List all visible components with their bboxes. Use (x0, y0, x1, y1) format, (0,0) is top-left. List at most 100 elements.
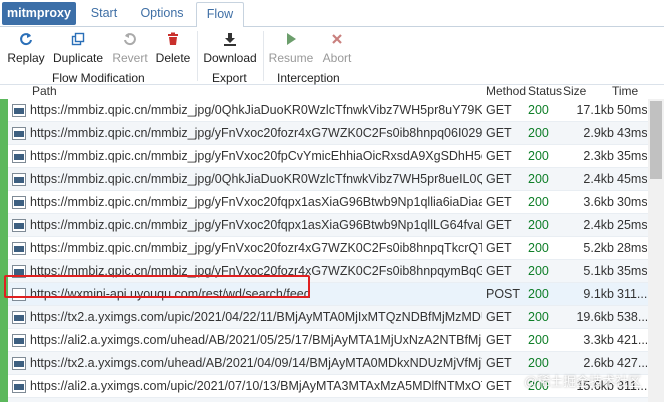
row-path: https://mmbiz.qpic.cn/mmbiz_jpg/yFnVxoc2… (30, 264, 482, 278)
row-status: 200 (528, 241, 549, 255)
table-row[interactable]: https://mmbiz.qpic.cn/mmbiz_jpg/0QhkJiaD… (0, 99, 648, 122)
row-time: 421... (617, 333, 647, 347)
row-method: GET (486, 241, 512, 255)
file-icon (12, 380, 26, 393)
row-status: 200 (528, 287, 549, 301)
tab-options[interactable]: Options (134, 2, 190, 27)
tab-start[interactable]: Start (84, 2, 124, 27)
row-path: https://mmbiz.qpic.cn/mmbiz_jpg/yFnVxoc2… (30, 149, 482, 163)
row-time: 35ms (617, 264, 647, 278)
row-size: 19.6kb (576, 310, 614, 324)
row-size: 2.3kb (583, 149, 614, 163)
file-icon (12, 127, 26, 140)
table-row[interactable]: https://mmbiz.qpic.cn/mmbiz_jpg/yFnVxoc2… (0, 260, 648, 283)
table-row[interactable]: https://wxmini-api.uyouqu.com/rest/wd/se… (0, 283, 648, 306)
row-size: 9.1kb (583, 287, 614, 301)
close-icon (318, 32, 356, 50)
duplicate-label: Duplicate (52, 51, 104, 65)
download-label: Download (203, 51, 257, 65)
row-method: GET (486, 310, 512, 324)
row-status: 200 (528, 195, 549, 209)
replay-button[interactable]: Replay (4, 32, 48, 68)
tab-flow[interactable]: Flow (196, 2, 244, 28)
revert-label: Revert (112, 51, 148, 65)
row-status-marker (0, 145, 8, 168)
revert-icon (109, 32, 151, 50)
row-size: 3.3kb (583, 333, 614, 347)
tab-mitmproxy[interactable]: mitmproxy (2, 2, 76, 25)
row-size: 2.9kb (583, 126, 614, 140)
column-size-header[interactable]: Size (563, 85, 586, 98)
table-row[interactable]: https://tx2.a.yximgs.com/upic/2021/04/22… (0, 306, 648, 329)
abort-button[interactable]: Abort (318, 32, 356, 68)
row-status: 200 (528, 172, 549, 186)
row-path: https://mmbiz.qpic.cn/mmbiz_jpg/yFnVxoc2… (30, 218, 482, 232)
row-status-marker (0, 352, 8, 375)
delete-button[interactable]: Delete (153, 32, 193, 68)
row-size: 2.4kb (583, 218, 614, 232)
duplicate-button[interactable]: Duplicate (51, 32, 105, 68)
toolbar-separator (263, 31, 264, 81)
row-method: GET (486, 103, 512, 117)
row-time: 311... (617, 287, 647, 301)
vertical-scrollbar[interactable] (648, 99, 664, 402)
row-status: 200 (528, 218, 549, 232)
download-icon (201, 32, 259, 50)
row-method: POST (486, 287, 521, 301)
revert-button[interactable]: Revert (109, 32, 151, 68)
row-status-marker (0, 329, 8, 352)
row-path: https://mmbiz.qpic.cn/mmbiz_jpg/0QhkJiaD… (30, 172, 482, 186)
row-method: GET (486, 333, 512, 347)
file-icon (12, 104, 26, 117)
file-icon (12, 173, 26, 186)
row-time: 30ms (617, 195, 647, 209)
file-icon (12, 357, 26, 370)
column-method-header[interactable]: Method (486, 85, 526, 98)
row-method: GET (486, 149, 512, 163)
replay-icon (4, 32, 48, 50)
file-icon (12, 242, 26, 255)
table-row[interactable]: https://mmbiz.qpic.cn/mmbiz_jpg/yFnVxoc2… (0, 237, 648, 260)
row-status-marker (0, 168, 8, 191)
column-path-header[interactable]: Path (32, 85, 57, 98)
row-size: 2.6kb (583, 356, 614, 370)
column-time-header[interactable]: Time (612, 85, 638, 98)
file-icon (12, 150, 26, 163)
file-icon (12, 311, 26, 324)
flow-toolbar: Replay Duplicate Revert Delete Flow Modi… (0, 27, 664, 85)
row-size: 2.4kb (583, 172, 614, 186)
scrollbar-thumb[interactable] (650, 101, 662, 179)
table-row[interactable]: https://mmbiz.qpic.cn/mmbiz_jpg/0QhkJiaD… (0, 168, 648, 191)
row-status-marker (0, 191, 8, 214)
row-path: https://tx2.a.yximgs.com/uhead/AB/2021/0… (30, 356, 482, 370)
download-button[interactable]: Download (201, 32, 259, 68)
watermark: @稀土掘金技术社区 (524, 374, 642, 389)
table-row[interactable]: https://tx2.a.yximgs.com/upic/2021/06/23… (0, 398, 648, 402)
column-status-header[interactable]: Status (528, 85, 562, 98)
row-time: 28ms (617, 241, 647, 255)
row-time: 50ms (617, 103, 647, 117)
table-header: Path Method Status Size Time (0, 85, 648, 99)
table-row[interactable]: https://mmbiz.qpic.cn/mmbiz_jpg/yFnVxoc2… (0, 122, 648, 145)
row-size: 5.2kb (583, 241, 614, 255)
file-icon (12, 196, 26, 209)
row-method: GET (486, 218, 512, 232)
row-status: 200 (528, 126, 549, 140)
row-time: 25ms (617, 218, 647, 232)
row-status: 200 (528, 333, 549, 347)
row-status-marker (0, 214, 8, 237)
row-status-marker (0, 99, 8, 122)
replay-label: Replay (7, 51, 45, 65)
row-method: GET (486, 172, 512, 186)
row-status-marker (0, 306, 8, 329)
table-row[interactable]: https://ali2.a.yximgs.com/uhead/AB/2021/… (0, 329, 648, 352)
table-row[interactable]: https://mmbiz.qpic.cn/mmbiz_jpg/yFnVxoc2… (0, 191, 648, 214)
play-icon (267, 32, 315, 50)
row-status-marker (0, 122, 8, 145)
table-row[interactable]: https://mmbiz.qpic.cn/mmbiz_jpg/yFnVxoc2… (0, 214, 648, 237)
file-icon (12, 288, 26, 301)
table-row[interactable]: https://mmbiz.qpic.cn/mmbiz_jpg/yFnVxoc2… (0, 145, 648, 168)
resume-button[interactable]: Resume (267, 32, 315, 68)
row-method: GET (486, 195, 512, 209)
row-method: GET (486, 356, 512, 370)
